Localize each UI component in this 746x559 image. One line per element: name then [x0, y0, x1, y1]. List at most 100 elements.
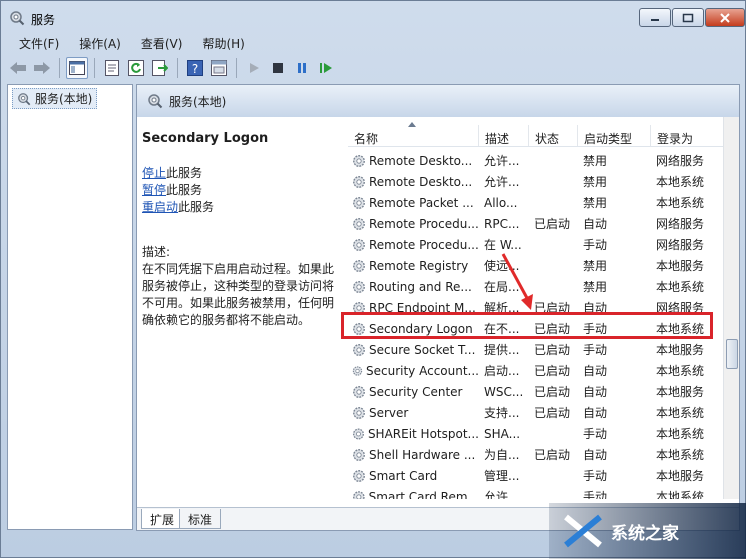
service-name: Remote Deskto...	[369, 153, 473, 168]
properties-button[interactable]	[101, 57, 123, 79]
service-name-cell: Security Center	[348, 385, 479, 399]
service-description-cell: 启动...	[484, 364, 520, 378]
refresh-icon	[128, 60, 144, 76]
table-row[interactable]: Server 支持... 已启动 自动 本地系统	[348, 402, 728, 423]
tree-item-label: 服务(本地)	[35, 92, 93, 106]
column-header-row: 名称 描述 状态 启动类型 登录为	[348, 122, 728, 147]
column-header-log-on-as[interactable]: 登录为	[651, 125, 728, 146]
show-hide-console-tree-button[interactable]	[66, 57, 88, 79]
properties-icon	[105, 60, 119, 76]
table-row[interactable]: SHAREit Hotspot... SHA... 手动 本地系统	[348, 423, 728, 444]
watermark-text: 系统之家	[611, 523, 679, 544]
title-bar[interactable]: 服务	[1, 1, 745, 33]
table-row[interactable]: Smart Card 管理... 手动 本地服务	[348, 465, 728, 486]
pause-service-button[interactable]	[291, 57, 313, 79]
service-startup-cell: 手动	[583, 427, 608, 441]
description-label: 描述:	[142, 245, 171, 259]
refresh-button[interactable]	[125, 57, 147, 79]
restart-action-line: 重启动此服务	[142, 199, 340, 216]
export-list-button[interactable]	[149, 57, 171, 79]
service-name: Server	[369, 405, 409, 420]
service-gear-icon	[353, 259, 365, 272]
menu-help[interactable]: 帮助(H)	[190, 33, 252, 53]
service-status-cell: 已启动	[534, 217, 571, 231]
service-name: Routing and Re...	[369, 279, 472, 294]
restart-service-button[interactable]	[315, 57, 337, 79]
service-name-cell: Routing and Re...	[348, 280, 479, 294]
service-name: Remote Procedu...	[369, 237, 479, 252]
service-startup-cell: 自动	[583, 364, 608, 378]
table-row[interactable]: Smart Card Rem... 允许... 手动 本地系统	[348, 486, 728, 499]
stop-service-link[interactable]: 停止	[142, 166, 166, 180]
sort-ascending-icon	[408, 122, 416, 127]
service-name: Secure Socket T...	[369, 342, 476, 357]
table-row[interactable]: Security Center WSC... 已启动 自动 本地服务	[348, 381, 728, 402]
service-description-cell: RPC...	[484, 216, 520, 231]
console-view-button[interactable]	[208, 57, 230, 79]
service-startup-cell: 自动	[583, 448, 608, 462]
stop-icon	[273, 63, 283, 73]
column-header-startup-type[interactable]: 启动类型	[578, 125, 651, 146]
console-tree-icon	[69, 61, 85, 75]
pause-service-link[interactable]: 暂停	[142, 183, 166, 197]
service-logon-cell: 本地系统	[656, 427, 705, 441]
menu-action[interactable]: 操作(A)	[67, 33, 129, 53]
service-description-cell: 为自...	[484, 448, 520, 462]
service-description-cell: 管理...	[484, 469, 520, 483]
service-startup-cell: 手动	[583, 238, 608, 252]
tab-extended[interactable]: 扩展	[141, 509, 184, 529]
scrollbar-thumb[interactable]	[726, 339, 738, 369]
column-header-name[interactable]: 名称	[348, 122, 479, 146]
start-service-button[interactable]	[243, 57, 265, 79]
column-header-status[interactable]: 状态	[529, 125, 578, 146]
service-name-cell: Smart Card	[348, 469, 479, 483]
menu-file[interactable]: 文件(F)	[7, 33, 67, 53]
service-name: Security Center	[369, 384, 463, 399]
tree-item-services-local[interactable]: 服务(本地)	[12, 88, 98, 109]
table-row[interactable]: Remote Packet ... Allo... 禁用 本地系统	[348, 192, 728, 213]
table-row[interactable]: Remote Deskto... 允许... 禁用 本地系统	[348, 171, 728, 192]
service-startup-cell: 自动	[583, 385, 608, 399]
service-startup-cell: 禁用	[583, 259, 608, 273]
maximize-button[interactable]	[672, 8, 704, 27]
service-name-cell: Remote Procedu...	[348, 217, 479, 231]
panel-header: 服务(本地)	[137, 85, 739, 117]
minimize-icon	[651, 18, 659, 21]
restart-service-link[interactable]: 重启动	[142, 200, 178, 214]
service-name: Remote Packet ...	[369, 195, 474, 210]
back-button[interactable]	[7, 57, 29, 79]
close-button[interactable]	[705, 8, 745, 27]
window-title: 服务	[31, 13, 56, 27]
service-logon-cell: 本地系统	[656, 175, 705, 189]
service-name-cell: Server	[348, 406, 479, 420]
service-status-cell: 已启动	[534, 364, 571, 378]
help-button[interactable]: ?	[184, 57, 206, 79]
stop-service-button[interactable]	[267, 57, 289, 79]
table-row[interactable]: Shell Hardware ... 为自... 已启动 自动 本地系统	[348, 444, 728, 465]
service-name: Smart Card	[369, 468, 438, 483]
table-row[interactable]: Remote Procedu... RPC... 已启动 自动 网络服务	[348, 213, 728, 234]
service-startup-cell: 禁用	[583, 175, 608, 189]
forward-button[interactable]	[31, 57, 53, 79]
watermark-logo: 系统之家	[549, 503, 746, 559]
service-gear-icon	[353, 175, 365, 188]
svg-text:?: ?	[192, 62, 198, 76]
table-row[interactable]: Security Account... 启动... 已启动 自动 本地系统	[348, 360, 728, 381]
column-header-description[interactable]: 描述	[479, 125, 529, 146]
service-name-cell: Secure Socket T...	[348, 343, 479, 357]
menu-view[interactable]: 查看(V)	[129, 33, 191, 53]
tab-standard[interactable]: 标准	[179, 509, 222, 529]
service-status-cell: 已启动	[534, 343, 571, 357]
services-panel: 服务(本地) Secondary Logon 停止此服务 暂停此服务 重启动此服…	[136, 84, 740, 531]
service-gear-icon	[353, 154, 365, 167]
service-logon-cell: 本地服务	[656, 385, 705, 399]
minimize-button[interactable]	[639, 8, 671, 27]
table-row[interactable]: Remote Deskto... 允许... 禁用 网络服务	[348, 150, 728, 171]
table-row[interactable]: Secure Socket T... 提供... 已启动 手动 本地服务	[348, 339, 728, 360]
service-name-cell: Remote Packet ...	[348, 196, 479, 210]
toolbar: ?	[7, 55, 739, 81]
service-logon-cell: 本地系统	[656, 406, 705, 420]
service-name: Remote Registry	[369, 258, 469, 273]
vertical-scrollbar[interactable]	[723, 117, 739, 499]
pause-suffix: 此服务	[166, 183, 203, 197]
